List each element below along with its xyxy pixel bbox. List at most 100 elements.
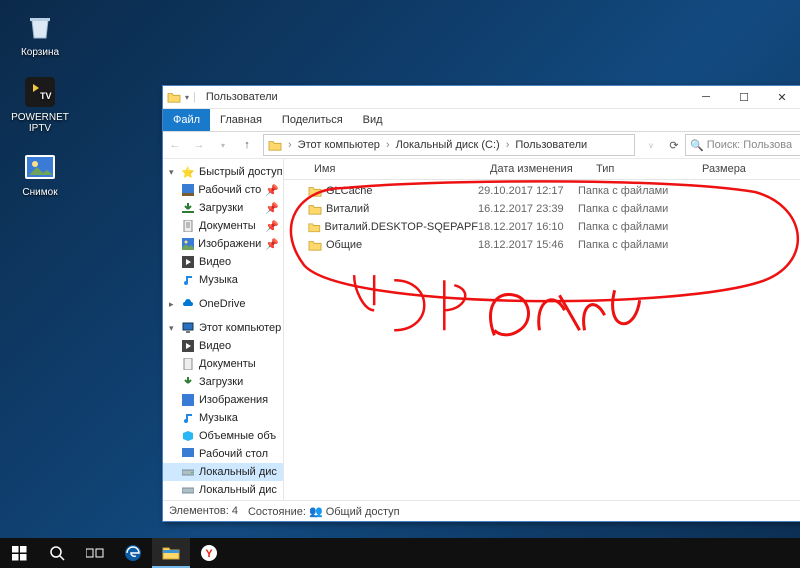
col-date[interactable]: Дата изменения: [484, 163, 590, 175]
videos-icon: [181, 255, 195, 269]
window-title: Пользователи: [200, 91, 284, 103]
sidebar-item-desktop[interactable]: Рабочий стол: [163, 445, 283, 463]
list-item[interactable]: GLCache 29.10.2017 12:17 Папка с файлами: [284, 182, 800, 200]
desktop-icon-label: POWERNET IPTV: [10, 112, 70, 134]
drive-icon: [181, 483, 195, 497]
search-button[interactable]: [38, 538, 76, 568]
desktop-icon-label: Снимок: [10, 187, 70, 198]
music-icon: [181, 411, 195, 425]
search-placeholder: Поиск: Пользова: [707, 139, 792, 151]
pin-icon: 📌: [265, 220, 279, 233]
sidebar-this-pc[interactable]: ▾Этот компьютер: [163, 319, 283, 337]
column-headers[interactable]: Имя Дата изменения Тип Размера: [284, 159, 800, 180]
sidebar-item-local-disk[interactable]: Локальный дис: [163, 463, 283, 481]
videos-icon: [181, 339, 195, 353]
downloads-icon: [181, 375, 195, 389]
up-button[interactable]: ↑: [235, 133, 259, 157]
crumb[interactable]: Пользователи: [515, 139, 587, 151]
desktop-icon-label: Корзина: [10, 47, 70, 58]
folder-icon: [167, 91, 181, 103]
sidebar-quick-access[interactable]: ▾⭐Быстрый доступ: [163, 163, 283, 181]
task-view-button[interactable]: [76, 538, 114, 568]
col-type[interactable]: Тип: [590, 163, 696, 175]
downloads-icon: [181, 201, 195, 215]
tab-view[interactable]: Вид: [353, 109, 393, 131]
sidebar-item-3d[interactable]: Объемные объ: [163, 427, 283, 445]
tab-share[interactable]: Поделиться: [272, 109, 353, 131]
sidebar-item-documents[interactable]: Документы: [163, 355, 283, 373]
sidebar-onedrive[interactable]: ▸OneDrive: [163, 295, 283, 313]
search-icon: 🔍: [690, 139, 704, 152]
list-item[interactable]: Виталий 16.12.2017 23:39 Папка с файлами: [284, 200, 800, 218]
status-shared: Состояние: 👥 Общий доступ: [248, 505, 400, 518]
sidebar-item-documents[interactable]: Документы📌: [163, 217, 283, 235]
desktop-icon-recycle-bin[interactable]: Корзина: [10, 10, 70, 58]
pin-icon: 📌: [265, 238, 279, 251]
list-item[interactable]: Общие 18.12.2017 15:46 Папка с файлами: [284, 236, 800, 254]
address-bar: ← → ▾ ↑ › Этот компьютер › Локальный дис…: [163, 132, 800, 159]
folder-icon: [308, 221, 321, 233]
image-icon: [23, 150, 57, 184]
onedrive-icon: [181, 297, 195, 311]
tab-file[interactable]: Файл: [163, 109, 210, 131]
powernet-icon: TV: [23, 75, 57, 109]
sidebar-item-downloads[interactable]: Загрузки📌: [163, 199, 283, 217]
recycle-bin-icon: [23, 10, 57, 44]
documents-icon: [181, 357, 195, 371]
desktop-icon-powernet[interactable]: TV POWERNET IPTV: [10, 75, 70, 134]
sidebar-item-desktop[interactable]: Рабочий сто📌: [163, 181, 283, 199]
taskbar-edge[interactable]: [114, 538, 152, 568]
crumb[interactable]: Локальный диск (C:): [396, 139, 500, 151]
taskbar-explorer[interactable]: [152, 538, 190, 568]
sidebar-item-music[interactable]: Музыка: [163, 271, 283, 289]
explorer-window: ▾ | Пользователи ─ ☐ ✕ Файл Главная Поде…: [162, 85, 800, 522]
taskbar[interactable]: Y: [0, 538, 800, 568]
refresh-button[interactable]: ⟳: [663, 139, 685, 152]
desktop-icon: [181, 183, 194, 197]
status-bar: Элементов: 4 Состояние: 👥 Общий доступ: [163, 500, 800, 521]
star-icon: ⭐: [181, 165, 195, 179]
drive-icon: [181, 465, 195, 479]
sidebar-item-local-disk[interactable]: Локальный дис: [163, 481, 283, 499]
status-count: Элементов: 4: [169, 505, 238, 517]
back-button[interactable]: ←: [163, 133, 187, 157]
start-button[interactable]: [0, 538, 38, 568]
pictures-icon: [181, 393, 195, 407]
search-input[interactable]: 🔍 Поиск: Пользова: [685, 134, 800, 156]
sidebar-item-downloads[interactable]: Загрузки: [163, 373, 283, 391]
sidebar-item-pictures[interactable]: Изображени📌: [163, 235, 283, 253]
maximize-button[interactable]: ☐: [725, 86, 763, 108]
svg-text:Y: Y: [205, 548, 213, 560]
tab-home[interactable]: Главная: [210, 109, 272, 131]
desktop[interactable]: Корзина TV POWERNET IPTV Снимок ▾ | Поль…: [0, 0, 800, 568]
minimize-button[interactable]: ─: [687, 86, 725, 108]
documents-icon: [181, 219, 195, 233]
svg-text:TV: TV: [40, 91, 52, 101]
chevron-down-icon[interactable]: ▾: [185, 93, 189, 102]
sidebar-item-videos[interactable]: Видео: [163, 253, 283, 271]
sidebar-item-music[interactable]: Музыка: [163, 409, 283, 427]
ribbon-tabs: Файл Главная Поделиться Вид: [163, 109, 800, 132]
crumb[interactable]: Этот компьютер: [298, 139, 380, 151]
col-size[interactable]: Размера: [696, 163, 800, 175]
forward-button[interactable]: →: [187, 133, 211, 157]
taskbar-yandex[interactable]: Y: [190, 538, 228, 568]
content-pane: Имя Дата изменения Тип Размера GLCache 2…: [284, 159, 800, 500]
cube-icon: [181, 429, 195, 443]
recent-dropdown-icon[interactable]: ▾: [211, 133, 235, 157]
desktop-icon-snapshot[interactable]: Снимок: [10, 150, 70, 198]
pc-icon: [181, 321, 195, 335]
list-item[interactable]: Виталий.DESKTOP-SQEPAPF 18.12.2017 16:10…: [284, 218, 800, 236]
file-list[interactable]: GLCache 29.10.2017 12:17 Папка с файлами…: [284, 180, 800, 500]
pin-icon: 📌: [265, 184, 279, 197]
desktop-icon: [181, 447, 195, 461]
titlebar[interactable]: ▾ | Пользователи ─ ☐ ✕: [163, 86, 800, 109]
sidebar-item-videos[interactable]: Видео: [163, 337, 283, 355]
breadcrumb[interactable]: › Этот компьютер › Локальный диск (C:) ›…: [263, 134, 635, 156]
sidebar: ▾⭐Быстрый доступ Рабочий сто📌 Загрузки📌 …: [163, 159, 284, 500]
address-dropdown-icon[interactable]: v: [639, 133, 663, 157]
close-button[interactable]: ✕: [763, 86, 800, 108]
folder-icon: [268, 139, 282, 151]
sidebar-item-pictures[interactable]: Изображения: [163, 391, 283, 409]
col-name[interactable]: Имя: [308, 163, 484, 175]
